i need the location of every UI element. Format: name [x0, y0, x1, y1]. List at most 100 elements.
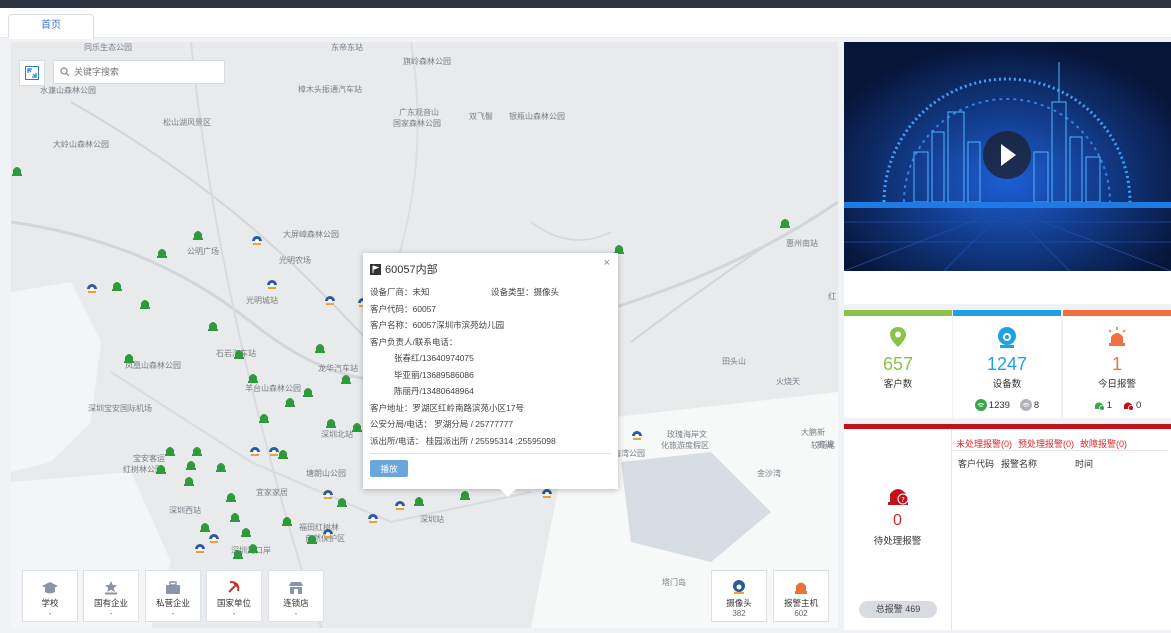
fullscreen-button[interactable] — [19, 60, 45, 86]
alarm-host-marker[interactable] — [185, 458, 197, 470]
camera-marker[interactable] — [322, 488, 334, 500]
legend-chain-store[interactable]: 连锁店 - — [268, 570, 324, 622]
alarm-host-marker[interactable] — [139, 297, 151, 309]
stat-devices[interactable]: 1247 设备数 1239 8 — [953, 310, 1061, 418]
legend-count: 382 — [732, 609, 746, 618]
legend-alarm-host[interactable]: 报警主机 602 — [773, 570, 829, 622]
map-label: 较场尾 — [811, 441, 835, 450]
expand-icon — [25, 66, 39, 80]
camera-marker-icon — [267, 280, 277, 289]
alarm-host-marker[interactable] — [215, 460, 227, 472]
bell-marker-icon — [112, 282, 122, 291]
legend-label: 摄像头 — [726, 598, 752, 608]
school-icon — [42, 582, 58, 594]
search-box[interactable] — [53, 60, 225, 84]
alarm-status-row: 1 0 — [1063, 399, 1171, 411]
alarm-host-marker[interactable] — [111, 279, 123, 291]
video-player[interactable] — [844, 42, 1171, 271]
alarm-host-marker[interactable] — [183, 474, 195, 486]
alarm-host-marker[interactable] — [413, 494, 425, 506]
alarm-host-marker[interactable] — [336, 495, 348, 507]
alarm-host-marker[interactable] — [247, 371, 259, 383]
alarm-host-marker[interactable] — [192, 228, 204, 240]
camera-marker-icon — [395, 501, 405, 510]
camera-marker[interactable] — [208, 532, 220, 544]
device-label: 设备数 — [992, 379, 1022, 390]
legend-label: 连锁店 — [283, 598, 309, 608]
camera-marker[interactable] — [86, 282, 98, 294]
alarm-host-marker[interactable] — [123, 351, 135, 363]
alarm-host-marker[interactable] — [11, 164, 23, 176]
alarm-host-marker[interactable] — [199, 520, 211, 532]
camera-marker[interactable] — [631, 429, 643, 441]
camera-dome-icon — [998, 327, 1016, 348]
map-label: 旗岭森林公园 — [403, 57, 451, 66]
alarm-host-marker[interactable] — [340, 372, 352, 384]
pending-count: 0 — [893, 512, 902, 529]
camera-marker[interactable] — [194, 542, 206, 554]
bell-marker-icon — [184, 477, 194, 486]
stat-alarms-today[interactable]: 1 今日报警 1 0 — [1063, 310, 1171, 418]
legend-school[interactable]: 学校 - — [22, 570, 78, 622]
camera-marker[interactable] — [268, 445, 280, 457]
alarm-bell-icon — [795, 582, 807, 594]
camera-marker[interactable] — [251, 234, 263, 246]
alarm-host-marker[interactable] — [191, 444, 203, 456]
alarm-host-marker[interactable] — [156, 246, 168, 258]
alarm-host-marker[interactable] — [284, 395, 296, 407]
map-label: 深圳西站 — [169, 506, 201, 515]
legend-government[interactable]: 国家单位 - — [206, 570, 262, 622]
flag-icon — [370, 263, 381, 275]
location-pin-icon — [890, 327, 906, 347]
alarm-host-marker[interactable] — [779, 216, 791, 228]
bell-marker-icon — [124, 354, 134, 363]
alarm-host-marker[interactable] — [229, 510, 241, 522]
alarm-host-marker[interactable] — [351, 420, 363, 432]
camera-marker[interactable] — [322, 527, 334, 539]
customer-count: 657 — [882, 354, 914, 374]
legend-state-enterprise[interactable]: 国有企业 - — [83, 570, 139, 622]
search-input[interactable] — [74, 67, 214, 77]
stat-customers[interactable]: 657 客户数 — [844, 310, 952, 418]
alarm-host-marker[interactable] — [302, 385, 314, 397]
popup-close-button[interactable]: × — [604, 257, 610, 269]
tab-unhandled-alarms[interactable]: 未处理报警(0) — [956, 439, 1012, 449]
popup-station: 派出所/电话： 桂园派出所 / 25595314 ;25595098 — [370, 435, 556, 446]
alarm-host-marker[interactable] — [258, 411, 270, 423]
legend-camera[interactable]: 摄像头 382 — [711, 570, 767, 622]
legend-count: - — [294, 609, 298, 618]
total-alarms-badge[interactable]: 总报警 469 — [859, 601, 937, 618]
alarm-host-marker[interactable] — [314, 341, 326, 353]
play-button[interactable]: 播放 — [370, 460, 408, 477]
map-label: 银瓶山森林公园 — [509, 112, 565, 121]
alarm-host-marker[interactable] — [325, 416, 337, 428]
pending-alarms[interactable]: ? 0 待处理报警 总报警 469 — [844, 429, 952, 630]
camera-marker[interactable] — [266, 278, 278, 290]
tab-fault-alarms[interactable]: 故障报警(0) — [1080, 439, 1127, 449]
camera-marker[interactable] — [394, 499, 406, 511]
camera-marker[interactable] — [249, 445, 261, 457]
camera-marker-icon — [323, 490, 333, 499]
legend-private-enterprise[interactable]: 私营企业 - — [145, 570, 201, 622]
tab-home[interactable]: 首页 — [8, 14, 94, 39]
alarm-host-marker[interactable] — [247, 541, 259, 553]
camera-marker[interactable] — [324, 294, 336, 306]
alarm-host-marker[interactable] — [240, 525, 252, 537]
column-time: 时间 — [1075, 459, 1094, 469]
tab-preprocessed-alarms[interactable]: 预处理报警(0) — [1018, 439, 1074, 449]
alarm-host-marker[interactable] — [207, 319, 219, 331]
bell-marker-icon — [156, 465, 166, 474]
alarm-host-marker[interactable] — [225, 490, 237, 502]
alarm-host-marker[interactable] — [459, 488, 471, 500]
siren-icon — [1108, 327, 1126, 346]
camera-marker[interactable] — [367, 512, 379, 524]
map-label: 羊台山森林公园 — [245, 384, 301, 393]
map-label: 玫瑰海岸文 — [667, 430, 707, 439]
alarm-host-marker[interactable] — [232, 547, 244, 559]
alarm-host-marker[interactable] — [233, 347, 245, 359]
legend-count: 602 — [794, 609, 808, 618]
alarm-host-marker[interactable] — [281, 514, 293, 526]
alarm-host-marker[interactable] — [164, 444, 176, 456]
alarm-host-marker[interactable] — [155, 462, 167, 474]
alarm-host-marker[interactable] — [306, 532, 318, 544]
